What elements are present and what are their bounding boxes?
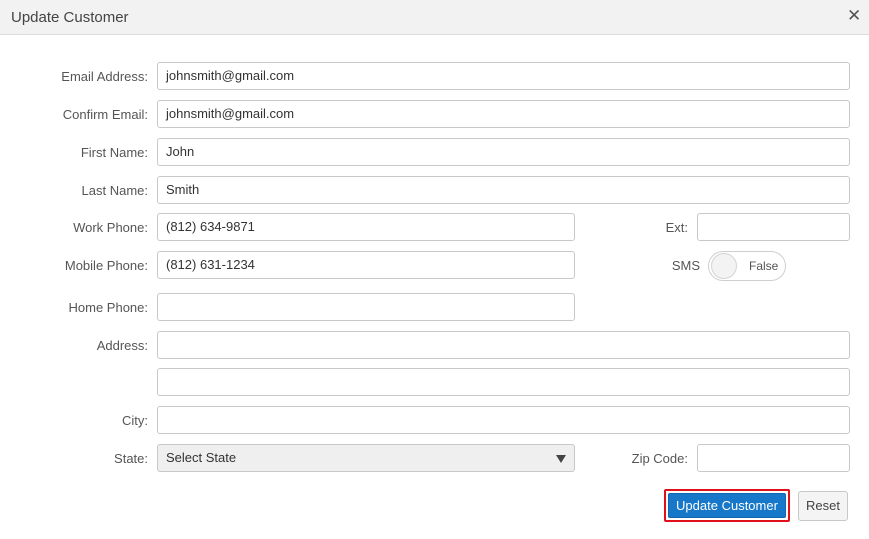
- state-selected-value: Select State: [166, 450, 237, 465]
- email-field[interactable]: johnsmith@gmail.com: [157, 62, 850, 90]
- address-line2-field[interactable]: [157, 368, 850, 396]
- dialog-title: Update Customer: [11, 9, 129, 26]
- first-name-field[interactable]: John: [157, 138, 850, 166]
- update-customer-button[interactable]: Update Customer: [668, 493, 786, 518]
- confirm-email-label: Confirm Email:: [62, 107, 148, 122]
- close-icon[interactable]: ✕: [847, 7, 861, 25]
- ext-label: Ext:: [665, 220, 688, 235]
- sms-toggle-state: False: [749, 259, 779, 273]
- update-customer-highlight: Update Customer: [664, 489, 790, 522]
- mobile-phone-field[interactable]: (812) 631-1234: [157, 251, 575, 279]
- home-phone-field[interactable]: [157, 293, 575, 321]
- state-label: State:: [114, 451, 148, 466]
- last-name-label: Last Name:: [81, 183, 148, 198]
- city-field[interactable]: [157, 406, 850, 434]
- sms-label: SMS: [671, 258, 700, 273]
- last-name-field[interactable]: Smith: [157, 176, 850, 204]
- dialog-header: Update Customer ✕: [0, 0, 869, 35]
- state-select[interactable]: Select State: [157, 444, 575, 472]
- address-label: Address:: [96, 338, 148, 353]
- email-label: Email Address:: [61, 69, 148, 84]
- first-name-label: First Name:: [80, 145, 148, 160]
- zip-code-field[interactable]: [697, 444, 850, 472]
- home-phone-label: Home Phone:: [68, 300, 149, 315]
- work-phone-field[interactable]: (812) 634-9871: [157, 213, 575, 241]
- ext-field[interactable]: [697, 213, 850, 241]
- toggle-knob: [711, 253, 737, 279]
- address-line1-field[interactable]: [157, 331, 850, 359]
- city-label: City:: [122, 413, 148, 428]
- sms-toggle[interactable]: False: [708, 251, 786, 281]
- confirm-email-field[interactable]: johnsmith@gmail.com: [157, 100, 850, 128]
- mobile-phone-label: Mobile Phone:: [64, 258, 148, 273]
- reset-button[interactable]: Reset: [798, 491, 848, 521]
- caret-down-icon: [556, 455, 566, 463]
- work-phone-label: Work Phone:: [73, 220, 148, 235]
- zip-code-label: Zip Code:: [631, 451, 688, 466]
